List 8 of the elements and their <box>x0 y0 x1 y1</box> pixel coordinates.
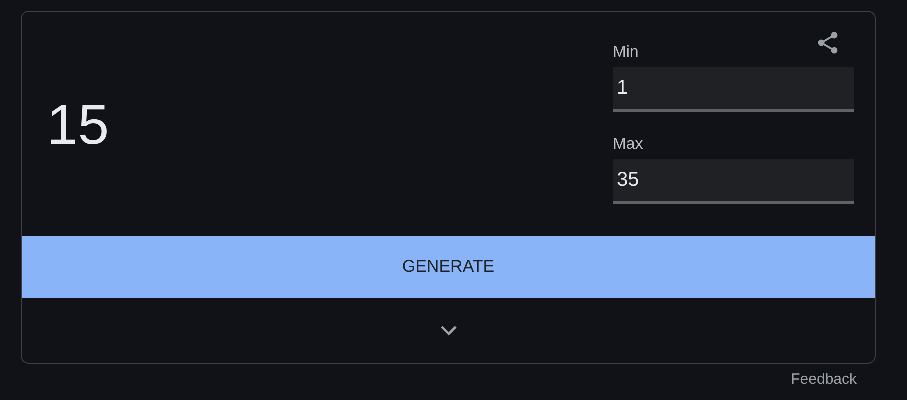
feedback-link[interactable]: Feedback <box>791 371 857 388</box>
generate-button[interactable]: GENERATE <box>22 236 875 298</box>
field-label: Min <box>613 43 640 62</box>
result-number: 15 <box>47 97 110 153</box>
chevron-down-icon[interactable] <box>440 324 458 336</box>
field-label: Max <box>613 135 644 154</box>
input-field[interactable]: 1 <box>613 67 854 112</box>
input-field[interactable]: 35 <box>613 159 854 204</box>
